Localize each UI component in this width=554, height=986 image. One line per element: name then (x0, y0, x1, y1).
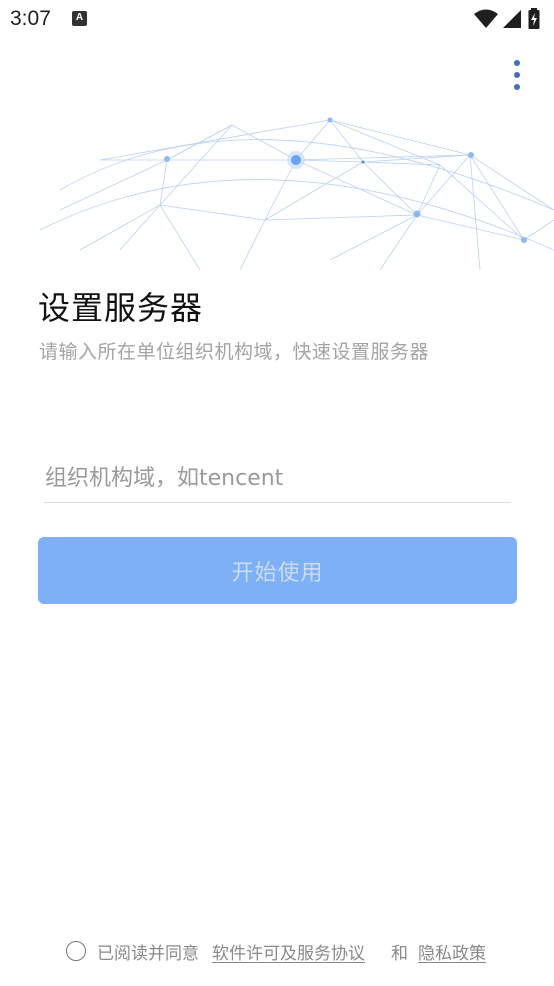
domain-input[interactable] (44, 455, 511, 503)
privacy-link[interactable]: 隐私政策 (418, 939, 486, 964)
battery-charging-icon (528, 8, 540, 29)
license-link[interactable]: 软件许可及服务协议 (212, 939, 365, 964)
page-subtitle: 请输入所在单位组织机构域，快速设置服务器 (39, 341, 430, 363)
agreement-conjunction: 和 (391, 944, 408, 964)
notification-icon: A (72, 11, 87, 26)
status-icons (474, 8, 544, 30)
wifi-icon (474, 9, 498, 28)
agreement-row: 已阅读并同意 软件许可及服务协议 和 隐私政策 (66, 938, 506, 966)
globe-network-illustration (39, 117, 554, 271)
more-vert-icon[interactable] (505, 58, 529, 94)
status-time: 3:07 (10, 7, 51, 30)
start-button[interactable]: 开始使用 (38, 537, 517, 604)
signal-icon (503, 10, 521, 28)
page-title: 设置服务器 (38, 289, 204, 327)
agree-radio[interactable] (66, 941, 86, 961)
agreement-prefix: 已阅读并同意 (97, 944, 199, 964)
status-bar: 3:07 A (0, 0, 554, 40)
